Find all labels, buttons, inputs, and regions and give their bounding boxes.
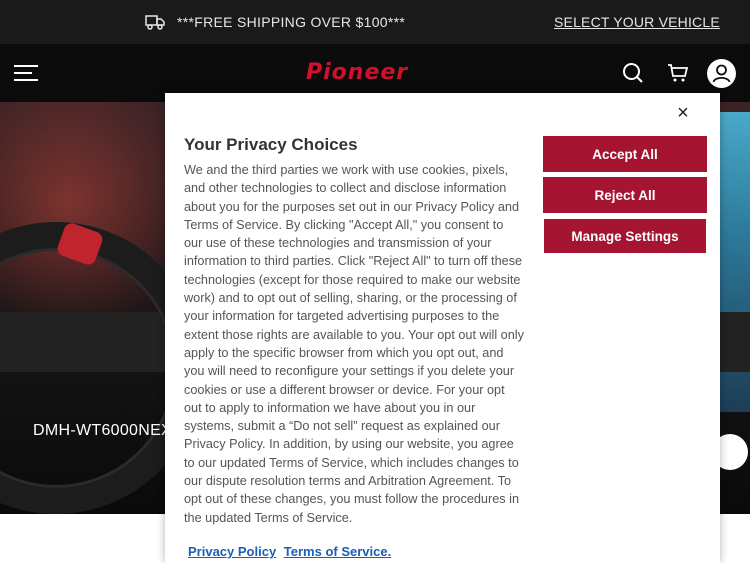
account-icon[interactable] (707, 59, 736, 88)
select-vehicle-link[interactable]: SELECT YOUR VEHICLE (554, 14, 720, 30)
reject-all-button[interactable]: Reject All (543, 177, 707, 213)
accept-all-button[interactable]: Accept All (543, 136, 707, 172)
pioneer-logo[interactable]: Pioneer (306, 60, 408, 85)
menu-icon[interactable] (14, 65, 38, 83)
close-icon[interactable]: × (675, 103, 691, 123)
manage-settings-button[interactable]: Manage Settings (544, 219, 706, 253)
search-icon[interactable] (622, 62, 644, 84)
promo-bar: ***FREE SHIPPING OVER $100*** SELECT YOU… (0, 0, 750, 44)
cart-icon[interactable] (667, 62, 689, 84)
modal-title: Your Privacy Choices (184, 135, 358, 154)
consent-body-text: We and the third parties we work with us… (184, 163, 524, 525)
free-shipping-text: ***FREE SHIPPING OVER $100*** (177, 14, 406, 30)
privacy-policy-link[interactable]: Privacy Policy (188, 544, 276, 559)
hero-product-caption: DMH-WT6000NEX (33, 422, 173, 439)
consent-links: Privacy Policy Terms of Service. (188, 544, 395, 559)
terms-of-service-link[interactable]: Terms of Service. (284, 544, 391, 559)
truck-icon (145, 15, 165, 30)
privacy-consent-modal: × Your Privacy Choices We and the third … (165, 93, 720, 563)
